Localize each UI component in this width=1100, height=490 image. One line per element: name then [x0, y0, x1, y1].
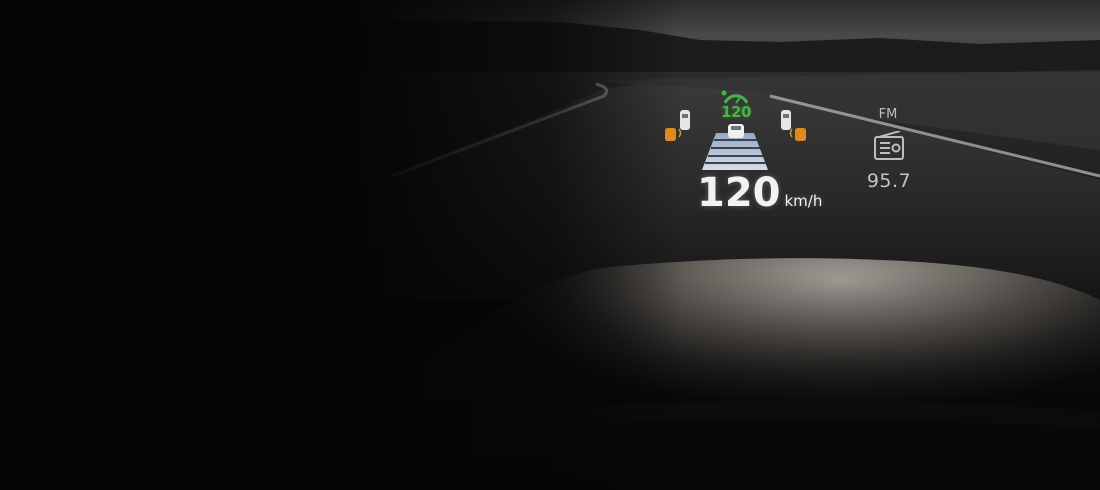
vignette-bottom: [0, 0, 1100, 490]
car-front-icon: [728, 124, 744, 138]
car-side-left-icon: [680, 110, 690, 130]
hud-scene: 120 120 km/h FM 95.7: [0, 0, 1100, 490]
windshield-view: [0, 0, 1100, 490]
car-side-right-icon: [781, 110, 791, 130]
radio-icon: [874, 131, 904, 160]
